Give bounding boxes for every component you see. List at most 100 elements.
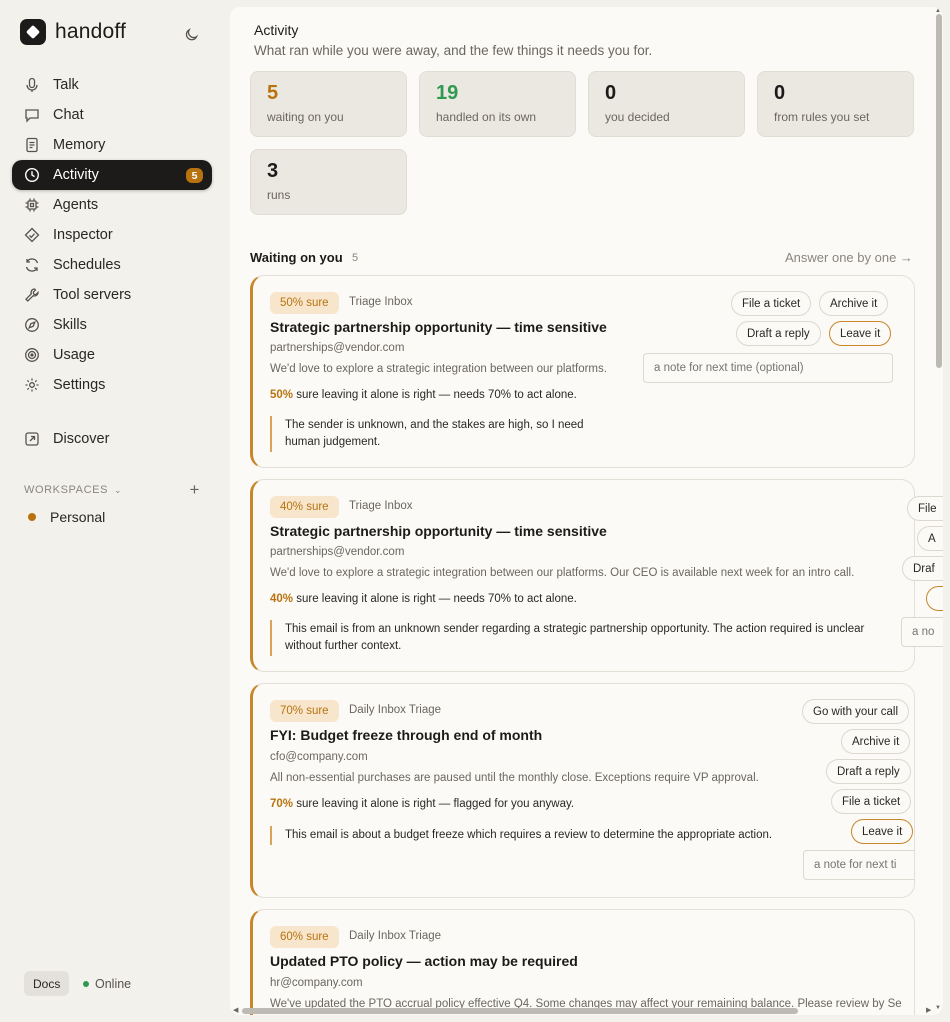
add-workspace-icon[interactable]: +: [189, 480, 200, 500]
stat-label: handled on its own: [436, 110, 537, 124]
card-preview: All non-essential purchases are paused u…: [270, 772, 759, 784]
stat-rules[interactable]: 0 from rules you set: [757, 71, 914, 137]
external-link-icon: [25, 432, 39, 446]
stat-handled[interactable]: 19 handled on its own: [419, 71, 576, 137]
stat-value: 0: [774, 82, 786, 104]
waiting-card: 70% sure Daily Inbox Triage FYI: Budget …: [250, 683, 915, 898]
status-label: Online: [95, 977, 132, 991]
brand-logo-icon: [20, 19, 46, 45]
brand-name: handoff: [55, 20, 127, 43]
sidebar-item-label: Skills: [53, 317, 87, 333]
sidebar-item-label: Schedules: [53, 257, 121, 273]
stat-label: you decided: [605, 110, 670, 124]
scroll-right-icon[interactable]: ▶: [926, 1006, 931, 1014]
archive-button[interactable]: Archive it: [841, 729, 911, 754]
draft-reply-button[interactable]: Draft a reply: [826, 759, 911, 784]
stat-waiting[interactable]: 5 waiting on you: [250, 71, 407, 137]
card-preview: We'd love to explore a strategic integra…: [270, 567, 855, 579]
confidence-badge: 50% sure: [270, 292, 339, 314]
leave-it-button[interactable]: Leave it: [851, 819, 914, 844]
sure-text: sure leaving it alone is right — needs 7…: [293, 389, 577, 401]
answer-one-by-one-link[interactable]: Answer one by one →: [785, 250, 913, 265]
archive-button[interactable]: Archive it: [819, 291, 889, 316]
brand[interactable]: handoff: [20, 19, 126, 45]
chip-icon: [25, 198, 39, 212]
sidebar-item-label: Settings: [53, 377, 106, 393]
note-input[interactable]: [803, 850, 914, 880]
sidebar-item-label: Usage: [53, 347, 95, 363]
workspaces-heading[interactable]: WORKSPACES ⌄ +: [24, 480, 200, 500]
card-sender: hr@company.com: [270, 977, 363, 989]
card-sure-line: 40% sure leaving it alone is right — nee…: [270, 593, 577, 605]
sidebar-item-skills[interactable]: Skills: [12, 310, 212, 340]
leave-it-button[interactable]: Leave it: [829, 321, 892, 346]
sidebar-item-label: Agents: [53, 197, 99, 213]
card-title: Updated PTO policy — action may be requi…: [270, 953, 578, 969]
chevron-down-icon: ⌄: [114, 484, 123, 495]
sure-percent: 70%: [270, 798, 294, 810]
card-reason: This email is about a budget freeze whic…: [270, 826, 780, 845]
file-ticket-button[interactable]: File a ticket: [731, 291, 812, 316]
sidebar: handoff Talk Chat Memory Activity 5 Agen…: [0, 0, 230, 1022]
card-source: Triage Inbox: [349, 500, 413, 512]
sidebar-item-usage[interactable]: Usage: [12, 340, 212, 370]
workspaces-heading-label: WORKSPACES: [24, 484, 109, 496]
sidebar-item-activity[interactable]: Activity 5: [12, 160, 212, 190]
docs-button[interactable]: Docs: [24, 971, 70, 996]
stat-runs[interactable]: 3 runs: [250, 149, 407, 215]
sidebar-item-discover[interactable]: Discover: [12, 424, 212, 454]
workspace-item-personal[interactable]: Personal: [28, 509, 105, 525]
sidebar-item-tool-servers[interactable]: Tool servers: [12, 280, 212, 310]
card-source: Triage Inbox: [349, 296, 413, 308]
horizontal-scrollbar-thumb[interactable]: [242, 1008, 798, 1014]
sidebar-item-inspector[interactable]: Inspector: [12, 220, 212, 250]
page-subtitle: What ran while you were away, and the fe…: [254, 43, 653, 58]
workspace-dot-icon: [28, 513, 36, 521]
sure-percent: 40%: [270, 593, 294, 605]
file-ticket-button[interactable]: File a ticket: [831, 789, 912, 814]
main-panel: Activity What ran while you were away, a…: [230, 7, 943, 1015]
card-sender: cfo@company.com: [270, 751, 368, 763]
confidence-badge: 60% sure: [270, 926, 339, 948]
go-with-your-call-button[interactable]: Go with your call: [802, 699, 910, 724]
sidebar-item-label: Discover: [53, 431, 110, 447]
scroll-down-icon[interactable]: ▼: [935, 1005, 941, 1011]
sure-text: sure leaving it alone is right — needs 7…: [293, 593, 577, 605]
card-source: Daily Inbox Triage: [349, 930, 442, 942]
stat-decided[interactable]: 0 you decided: [588, 71, 745, 137]
waiting-card: 40% sure Triage Inbox Strategic partners…: [250, 479, 915, 672]
sidebar-item-label: Chat: [53, 107, 84, 123]
card-sure-line: 50% sure leaving it alone is right — nee…: [270, 389, 577, 401]
stat-value: 19: [436, 82, 459, 104]
sidebar-item-chat[interactable]: Chat: [12, 100, 212, 130]
sidebar-item-talk[interactable]: Talk: [12, 70, 212, 100]
scroll-left-icon[interactable]: ◀: [233, 1006, 238, 1014]
stat-label: waiting on you: [267, 110, 344, 124]
card-source: Daily Inbox Triage: [349, 704, 442, 716]
card-title: FYI: Budget freeze through end of month: [270, 727, 543, 743]
stat-label: runs: [267, 188, 291, 202]
vertical-scrollbar-thumb[interactable]: [936, 14, 942, 368]
card-sender: partnerships@vendor.com: [270, 342, 405, 354]
card-reason: The sender is unknown, and the stakes ar…: [270, 416, 610, 452]
target-icon: [25, 348, 39, 362]
stat-value: 5: [267, 82, 279, 104]
gear-icon: [25, 378, 39, 392]
sidebar-item-label: Inspector: [53, 227, 113, 243]
activity-count-badge: 5: [186, 168, 203, 183]
draft-reply-button[interactable]: Draft a reply: [736, 321, 821, 346]
waiting-card: 60% sure Daily Inbox Triage Updated PTO …: [250, 909, 915, 1015]
note-input[interactable]: [643, 353, 893, 383]
online-dot-icon: [83, 981, 89, 987]
sidebar-item-settings[interactable]: Settings: [12, 370, 212, 400]
sidebar-item-schedules[interactable]: Schedules: [12, 250, 212, 280]
wrench-icon: [25, 288, 39, 302]
section-title-waiting: Waiting on you: [250, 250, 343, 265]
sidebar-item-agents[interactable]: Agents: [12, 190, 212, 220]
card-sender: partnerships@vendor.com: [270, 546, 405, 558]
moon-icon[interactable]: [184, 26, 200, 42]
document-icon: [26, 137, 38, 153]
refresh-icon: [25, 258, 39, 272]
sidebar-item-memory[interactable]: Memory: [12, 130, 212, 160]
chat-icon: [25, 109, 39, 123]
